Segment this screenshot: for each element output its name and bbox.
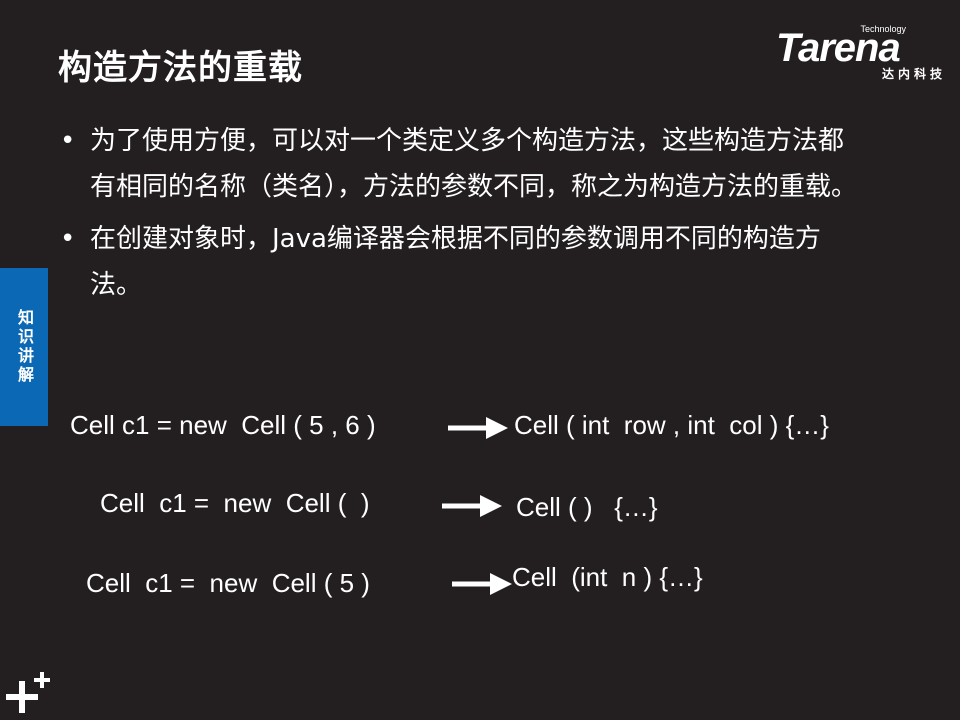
logo-brand: Tarena	[776, 26, 901, 70]
bullet-dot: •	[60, 126, 76, 156]
right-arrow-icon	[442, 495, 502, 517]
slide-title: 构造方法的重载	[58, 48, 303, 88]
logo-chinese: 达内科技	[881, 67, 946, 81]
example-constructor-2: Cell ( ) {…}	[516, 492, 658, 522]
right-arrow-icon	[452, 573, 512, 595]
side-tab-label: 知识讲解	[15, 309, 34, 385]
example-call-1: Cell c1 = new Cell ( 5 , 6 )	[70, 410, 376, 440]
example-call-2: Cell c1 = new Cell ( )	[100, 488, 370, 518]
bullet-dot: •	[60, 224, 76, 254]
example-call-3: Cell c1 = new Cell ( 5 )	[86, 568, 370, 598]
example-constructor-1: Cell ( int row , int col ) {…}	[514, 410, 829, 440]
tarena-logo: Technology Tarena 达内科技	[776, 22, 946, 82]
bullet-text: 为了使用方便，可以对一个类定义多个构造方法，这些构造方法都有相同的名称（类名），…	[90, 126, 858, 202]
bullet-text: 在创建对象时，Java编译器会根据不同的参数调用不同的构造方法。	[90, 224, 821, 300]
bullet-list: • 为了使用方便，可以对一个类定义多个构造方法，这些构造方法都有相同的名称（类名…	[58, 118, 878, 314]
example-constructor-3: Cell (int n ) {…}	[512, 562, 703, 592]
side-tab: 知识讲解	[0, 268, 48, 426]
bullet-item: • 为了使用方便，可以对一个类定义多个构造方法，这些构造方法都有相同的名称（类名…	[58, 118, 860, 210]
plus-icon	[6, 672, 50, 713]
bullet-item: • 在创建对象时，Java编译器会根据不同的参数调用不同的构造方法。	[58, 216, 860, 308]
right-arrow-icon	[448, 417, 508, 439]
